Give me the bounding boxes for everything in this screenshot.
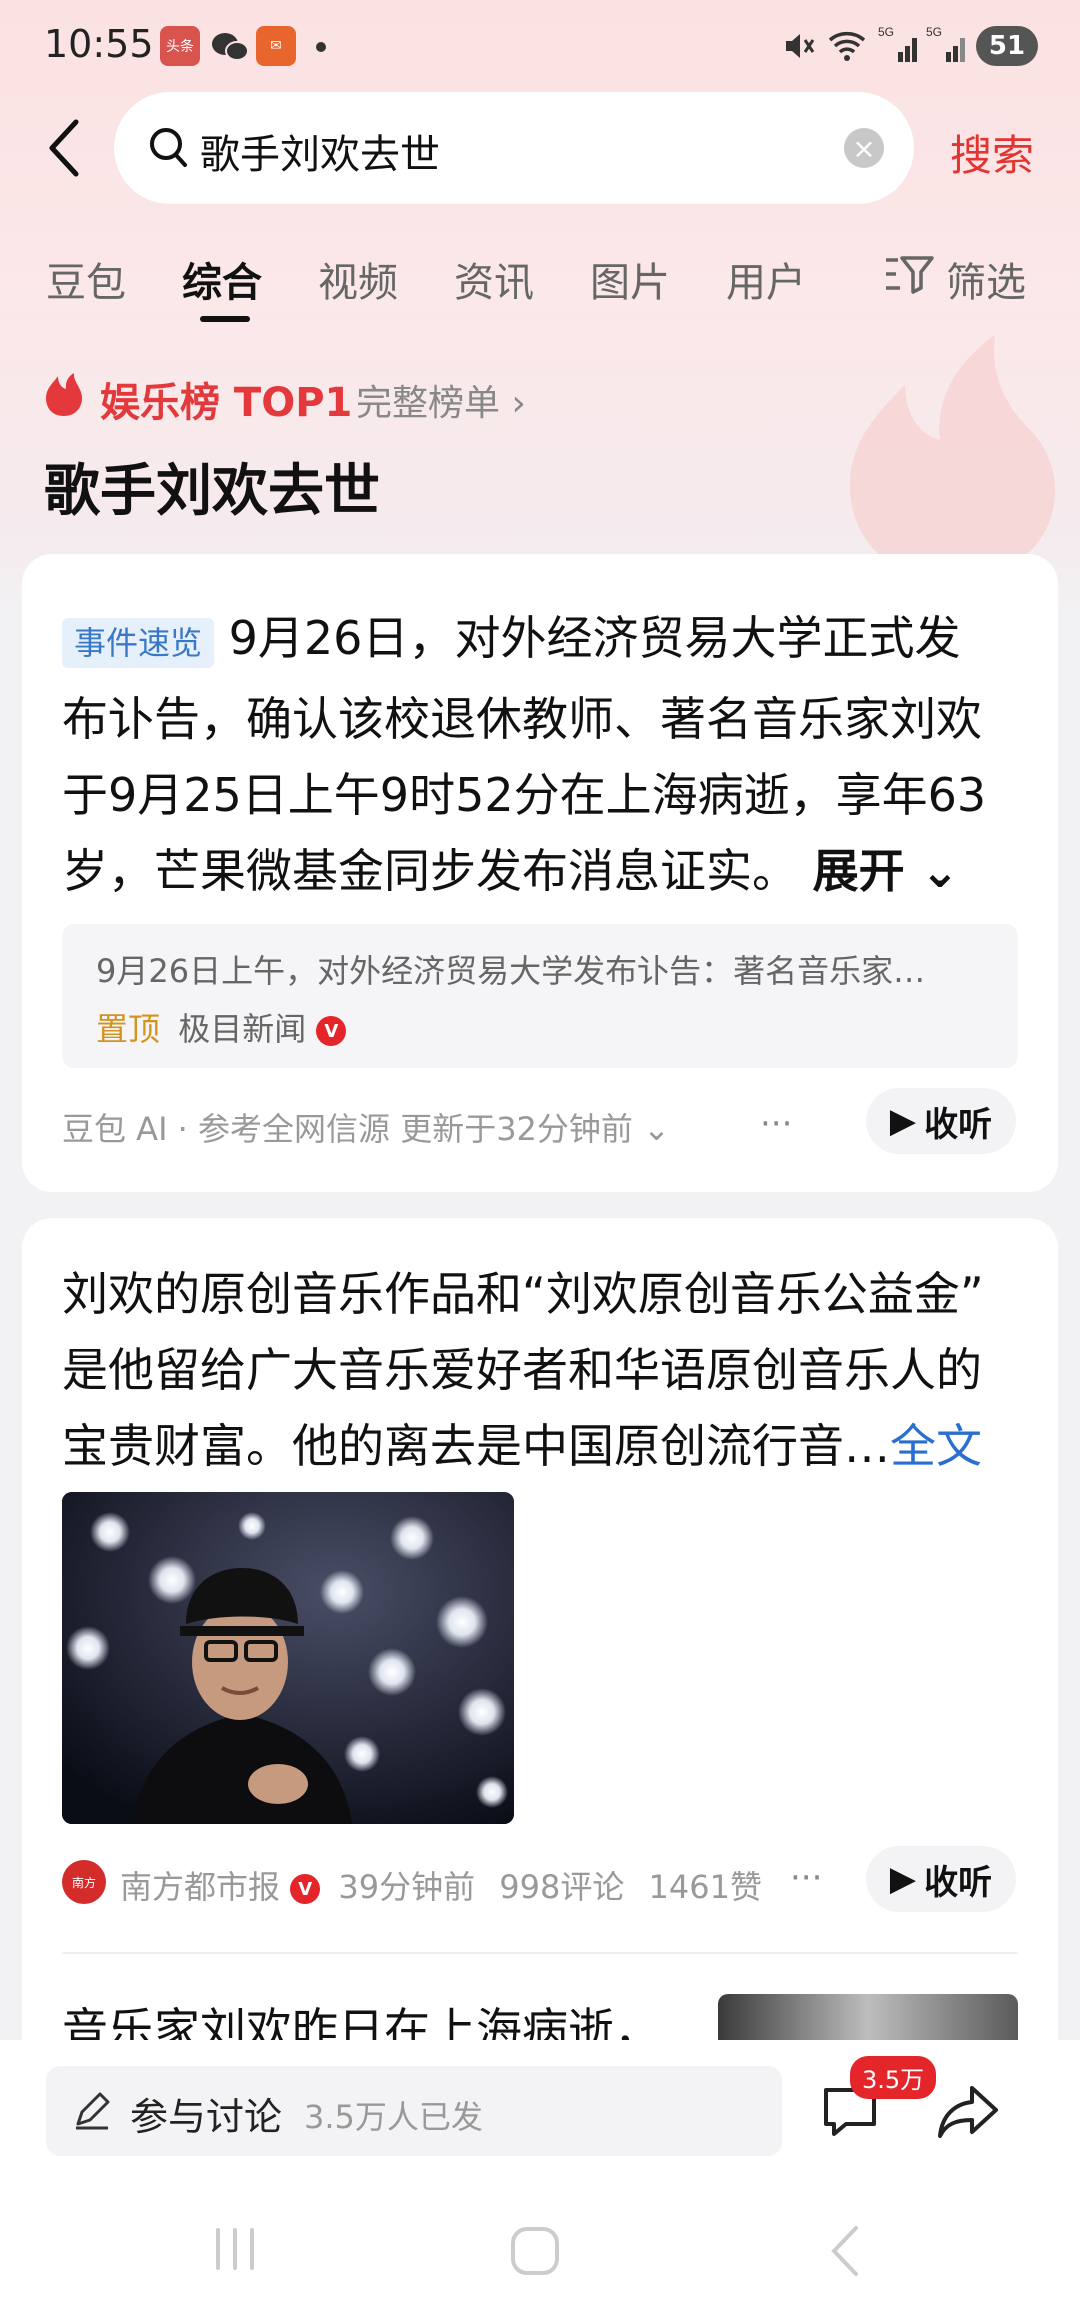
- expand-button[interactable]: 展开 ⌄: [813, 844, 960, 898]
- svg-text:5G: 5G: [926, 25, 942, 39]
- home-icon[interactable]: [510, 2226, 560, 2280]
- news-card-text: 刘欢的原创音乐作品和“刘欢原创音乐公益金” 是他留给广大音乐爱好者和华语原创音乐…: [62, 1256, 1022, 1484]
- system-nav-bar: [0, 2200, 1080, 2316]
- quote-source-name: 极目新闻: [178, 1010, 307, 1048]
- news-meta-row: 南方都市报 V 39分钟前 998评论 1461赞: [120, 1862, 762, 1908]
- event-summary-text: 事件速览 9月26日，对外经济贸易大学正式发 布讣告，确认该校退休教师、著名音乐…: [62, 600, 1022, 909]
- search-icon: [148, 126, 190, 174]
- battery-indicator: 51: [976, 26, 1038, 66]
- flame-watermark-icon: [820, 330, 1080, 590]
- pen-icon: [72, 2090, 112, 2134]
- listen-label: 收听: [924, 1862, 993, 1903]
- wifi-icon: [826, 28, 872, 68]
- verified-icon: V: [316, 1016, 347, 1046]
- next-news-thumbnail[interactable]: [718, 1994, 1018, 2044]
- entertainment-rank-label: 娱乐榜 TOP1: [100, 380, 353, 426]
- news-line-3-row: 宝贵财富。他的离去是中国原创流行音…全文: [62, 1408, 1022, 1484]
- filter-label: 筛选: [946, 260, 1026, 306]
- full-text-link[interactable]: 全文: [890, 1419, 982, 1473]
- quote-source-row: 置顶 极目新闻 V: [96, 1004, 347, 1050]
- event-summary-tag: 事件速览: [62, 618, 215, 668]
- search-query-text[interactable]: 歌手刘欢去世: [200, 122, 440, 180]
- ai-footer-text: 豆包 AI · 参考全网信源 更新于32分钟前: [62, 1110, 633, 1148]
- verified-icon: V: [290, 1874, 321, 1904]
- news-photo[interactable]: [62, 1492, 514, 1824]
- status-bar: 10:55 头条 ✉ 5G 5G 51: [0, 0, 1080, 92]
- full-list-link[interactable]: 完整榜单 ›: [356, 374, 526, 426]
- filter-button[interactable]: 筛选: [884, 250, 1026, 308]
- ai-footer[interactable]: 豆包 AI · 参考全网信源 更新于32分钟前 ⌄: [62, 1104, 670, 1150]
- join-discussion-label: 参与讨论: [130, 2095, 283, 2139]
- summary-line-2: 布讣告，确认该校退休教师、著名音乐家刘欢: [62, 692, 982, 746]
- full-list-label: 完整榜单: [356, 383, 501, 424]
- recent-apps-icon[interactable]: [210, 2224, 260, 2278]
- news-line-2: 是他留给广大音乐爱好者和华语原创音乐人的: [62, 1343, 982, 1397]
- more-options-icon[interactable]: ···: [760, 1104, 792, 1144]
- back-nav-icon[interactable]: [826, 2224, 862, 2282]
- news-source-name[interactable]: 南方都市报: [120, 1868, 280, 1906]
- news-time: 39分钟前: [338, 1868, 476, 1906]
- filter-icon: [884, 254, 934, 304]
- summary-line-4-row: 岁，芒果微基金同步发布消息证实。 展开 ⌄: [62, 833, 1022, 909]
- summary-line-4: 岁，芒果微基金同步发布消息证实。: [62, 844, 798, 898]
- listen-button[interactable]: ▶ 收听: [866, 1846, 1016, 1912]
- back-icon[interactable]: [46, 118, 82, 182]
- pinned-label: 置顶: [96, 1010, 161, 1048]
- search-button[interactable]: 搜索: [950, 122, 1034, 183]
- signal-5g-icon-2: 5G: [926, 24, 970, 70]
- topic-title: 歌手刘欢去世: [44, 459, 380, 524]
- tab-doubao[interactable]: 豆包: [46, 250, 126, 308]
- discussion-count: 3.5万人已发: [304, 2098, 483, 2136]
- svg-text:5G: 5G: [878, 25, 894, 39]
- toutiao-app-icon: 头条: [160, 26, 200, 66]
- more-notifications-dot: [316, 42, 326, 52]
- listen-label: 收听: [924, 1104, 993, 1145]
- fire-icon: [44, 372, 84, 422]
- news-likes: 1461赞: [648, 1868, 762, 1906]
- chevron-down-icon: ⌄: [643, 1110, 670, 1148]
- source-avatar[interactable]: 南方: [62, 1860, 106, 1904]
- play-icon: ▶: [889, 1101, 917, 1141]
- divider: [62, 1952, 1018, 1954]
- news-comments: 998评论: [499, 1868, 625, 1906]
- news-line-1: 刘欢的原创音乐作品和“刘欢原创音乐公益金”: [62, 1267, 984, 1321]
- tab-users[interactable]: 用户: [726, 250, 806, 308]
- comment-count-badge: 3.5万: [850, 2056, 937, 2099]
- status-time: 10:55: [44, 22, 154, 66]
- expand-label: 展开: [812, 844, 905, 898]
- tab-news[interactable]: 资讯: [454, 250, 534, 308]
- summary-line-1: 9月26日，对外经济贸易大学正式发: [228, 611, 961, 665]
- share-icon[interactable]: [936, 2082, 1000, 2146]
- news-line-3: 宝贵财富。他的离去是中国原创流行音…: [62, 1419, 890, 1473]
- tab-comprehensive[interactable]: 综合: [182, 250, 262, 308]
- clear-search-icon[interactable]: ×: [844, 128, 884, 168]
- tab-images[interactable]: 图片: [590, 250, 670, 308]
- chevron-down-icon: ⌄: [920, 844, 960, 898]
- summary-line-3: 于9月25日上午9时52分在上海病逝，享年63: [62, 768, 987, 822]
- quote-text: 9月26日上午，对外经济贸易大学发布讣告：著名音乐家…: [96, 952, 926, 990]
- wechat-icon: [210, 30, 250, 68]
- notification-app-icon: ✉: [256, 26, 296, 66]
- mute-icon: [780, 28, 816, 68]
- tab-video[interactable]: 视频: [318, 250, 398, 308]
- signal-5g-icon-1: 5G: [878, 24, 922, 70]
- active-tab-indicator: [200, 316, 250, 322]
- play-icon: ▶: [889, 1859, 917, 1899]
- listen-button[interactable]: ▶ 收听: [866, 1088, 1016, 1154]
- more-options-icon[interactable]: ···: [790, 1858, 822, 1898]
